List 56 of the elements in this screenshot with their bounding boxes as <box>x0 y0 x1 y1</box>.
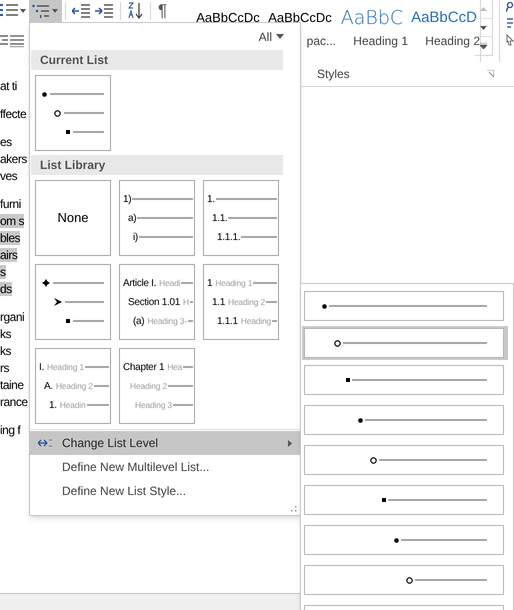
style-label: pac... <box>306 33 336 50</box>
list-number: a) <box>128 212 136 226</box>
document-text: rs <box>0 361 9 375</box>
list-number: 1.1.1. <box>217 230 240 244</box>
heading-label: Heading 1 <box>46 360 84 374</box>
document-text: es <box>0 135 12 149</box>
style-label: Heading 1 <box>353 33 408 50</box>
heading-label: H <box>183 296 189 308</box>
list-number: 1. <box>207 192 215 206</box>
document-text: airs <box>0 248 18 262</box>
heading-label: Heading 2 <box>56 380 93 392</box>
list-number: 1.1.1 <box>217 314 238 328</box>
document-text: s <box>0 265 6 279</box>
heading-label: Heading 2 <box>130 380 167 392</box>
document-text: rgani <box>0 310 24 324</box>
list-number: i) <box>133 230 138 244</box>
document-text: rance <box>0 395 28 409</box>
group-label: Styles <box>317 66 350 83</box>
list-number: Article I. <box>123 276 156 290</box>
document-text: at ti <box>0 79 17 93</box>
heading-label: Heading 3- <box>147 314 187 328</box>
list-number: 1 <box>207 276 212 290</box>
heading-label: Headi <box>159 276 180 290</box>
document-text: ks <box>0 327 11 341</box>
list-number: 1) <box>123 192 132 206</box>
style-preview: AaBbC <box>340 8 404 28</box>
list-number: 1.1 <box>212 296 226 310</box>
document-text: ffecte <box>0 107 26 121</box>
style-label: Heading 2 <box>425 33 480 50</box>
list-number: (a) <box>133 314 144 328</box>
list-number: Chapter 1 <box>123 360 164 374</box>
document-text: bles <box>0 231 20 245</box>
document-text: ves <box>0 169 18 183</box>
heading-label: Heading 1 <box>215 276 252 290</box>
section-header: List Library <box>31 155 283 175</box>
document-text: akers <box>0 152 27 166</box>
list-number: 1. <box>49 398 57 412</box>
heading-label: Headin <box>60 398 86 412</box>
section-header: Current List <box>31 50 283 70</box>
style-preview: AaBbCcDc <box>268 9 332 27</box>
list-number: 1.1. <box>212 212 228 226</box>
heading-label: Heading 2 <box>228 296 265 308</box>
document-text: ds <box>0 282 12 296</box>
document-text: taine <box>0 378 24 392</box>
document-text: ing f <box>0 423 20 437</box>
document-text: furni <box>0 197 21 211</box>
list-number: I. <box>39 360 44 374</box>
document-text: ks <box>0 344 11 358</box>
style-preview: AaBbCcDc <box>196 9 260 27</box>
heading-label: Heading 3 <box>135 398 172 412</box>
list-number: Section 1.01 <box>128 296 180 310</box>
heading-label: Heading <box>240 314 272 328</box>
heading-label: Hea <box>167 360 182 374</box>
style-preview: AaBbCcD <box>411 8 477 28</box>
list-number: A. <box>44 380 53 394</box>
document-text: om s <box>0 214 24 228</box>
